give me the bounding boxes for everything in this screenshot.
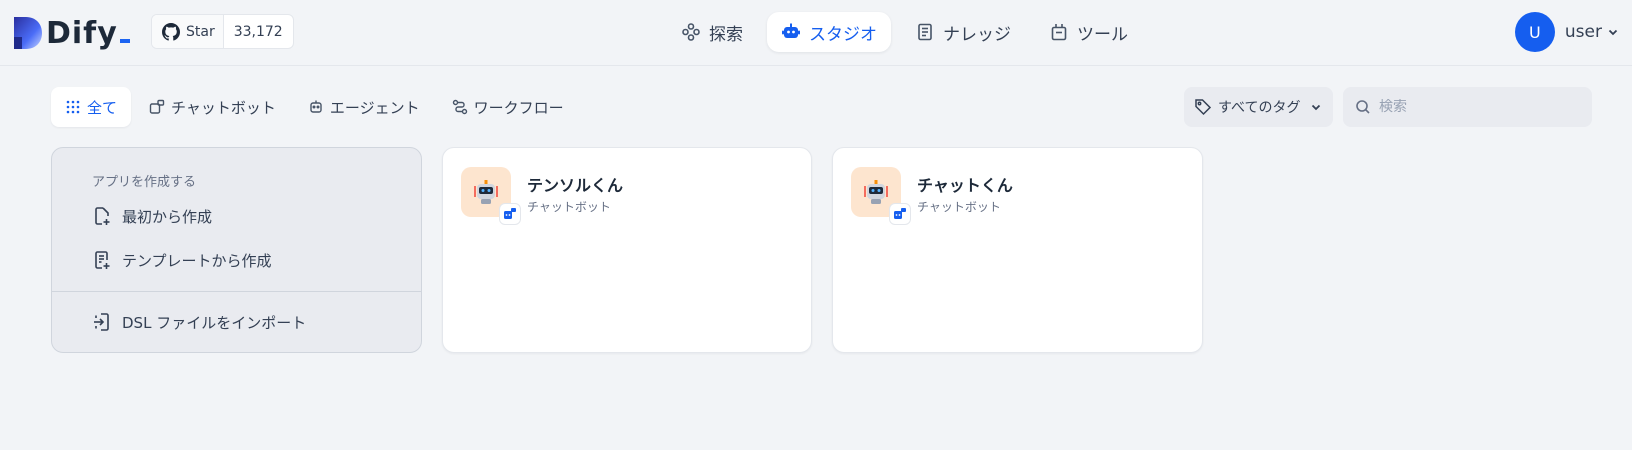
app-type: チャットボット [917, 200, 1001, 214]
app-card[interactable]: チャットくん チャットボット [832, 147, 1203, 353]
nav-knowledge-label: ナレッジ [943, 24, 1011, 45]
tab-agent-label: エージェント [329, 98, 420, 117]
tag-filter-label: すべてのタグ [1218, 100, 1301, 116]
create-app-card: アプリを作成する 最初から作成 テンプレートから作成 DSL ファイルをインポー… [51, 147, 422, 353]
chevron-down-icon [1311, 104, 1321, 111]
create-divider [52, 291, 421, 292]
tab-all-label: 全て [87, 98, 118, 117]
app-type-tabs: 全て チャットボット エージェント ワークフロー [51, 87, 582, 127]
logo-cursor [119, 39, 130, 43]
chat-bot-badge-icon [889, 203, 911, 225]
tab-workflow-label: ワークフロー [473, 98, 564, 117]
workflow-icon [452, 99, 467, 115]
top-header: Dify Star 33,172 探索 スタジオ ナレッジ ツール U user [0, 0, 1632, 66]
tab-chatbot-label: チャットボット [171, 98, 276, 117]
github-icon [162, 22, 180, 41]
logo-text: Dify [46, 15, 118, 51]
search-icon [1356, 100, 1370, 114]
chevron-down-icon [1608, 29, 1618, 36]
dify-logo[interactable]: Dify [12, 15, 130, 51]
app-card[interactable]: テンソルくん チャットボット [442, 147, 812, 353]
create-from-template-label: テンプレートから作成 [122, 251, 272, 270]
main-nav: 探索 スタジオ ナレッジ ツール [667, 12, 1152, 52]
github-star-button[interactable]: Star [152, 15, 224, 48]
chat-bot-icon [149, 99, 165, 114]
nav-knowledge[interactable]: ナレッジ [901, 12, 1025, 52]
github-star-widget[interactable]: Star 33,172 [151, 14, 294, 49]
template-icon [95, 251, 110, 269]
github-star-count[interactable]: 33,172 [224, 15, 293, 48]
nav-tools-label: ツール [1077, 24, 1128, 45]
search-box[interactable] [1343, 87, 1592, 127]
search-input[interactable] [1379, 99, 1579, 115]
tab-agent[interactable]: エージェント [294, 87, 434, 127]
tag-icon [1195, 99, 1212, 116]
chat-bot-badge-icon [499, 203, 521, 225]
create-from-blank-button[interactable]: 最初から作成 [92, 204, 212, 228]
app-name: チャットくん [917, 176, 1013, 195]
tab-chatbot[interactable]: チャットボット [135, 87, 290, 127]
import-icon [94, 313, 109, 331]
dify-logo-icon [14, 17, 42, 49]
github-star-label: Star [186, 23, 215, 40]
tag-filter-select[interactable]: すべてのタグ [1184, 87, 1333, 127]
nav-studio[interactable]: スタジオ [767, 12, 891, 52]
create-from-blank-label: 最初から作成 [122, 207, 213, 226]
grid-dots-icon [66, 100, 80, 114]
nav-studio-label: スタジオ [809, 24, 877, 45]
nav-tools[interactable]: ツール [1035, 12, 1142, 52]
agent-icon [310, 100, 322, 113]
explore-icon [682, 23, 700, 41]
app-name: テンソルくん [527, 176, 624, 195]
avatar[interactable]: U [1514, 12, 1555, 52]
import-dsl-button[interactable]: DSL ファイルをインポート [92, 310, 306, 334]
nav-explore-label: 探索 [709, 24, 743, 45]
book-icon [918, 23, 932, 41]
nav-explore[interactable]: 探索 [667, 12, 757, 52]
create-app-title: アプリを作成する [92, 175, 197, 190]
tab-workflow[interactable]: ワークフロー [438, 87, 578, 127]
tab-all[interactable]: 全て [51, 87, 132, 127]
app-type: チャットボット [527, 200, 611, 214]
user-name[interactable]: user [1565, 22, 1602, 42]
create-from-template-button[interactable]: テンプレートから作成 [92, 248, 272, 272]
import-dsl-label: DSL ファイルをインポート [122, 313, 307, 332]
briefcase-icon [1051, 24, 1067, 41]
robot-icon [782, 23, 800, 38]
file-plus-icon [95, 207, 110, 225]
user-menu[interactable]: U user [1514, 12, 1620, 52]
